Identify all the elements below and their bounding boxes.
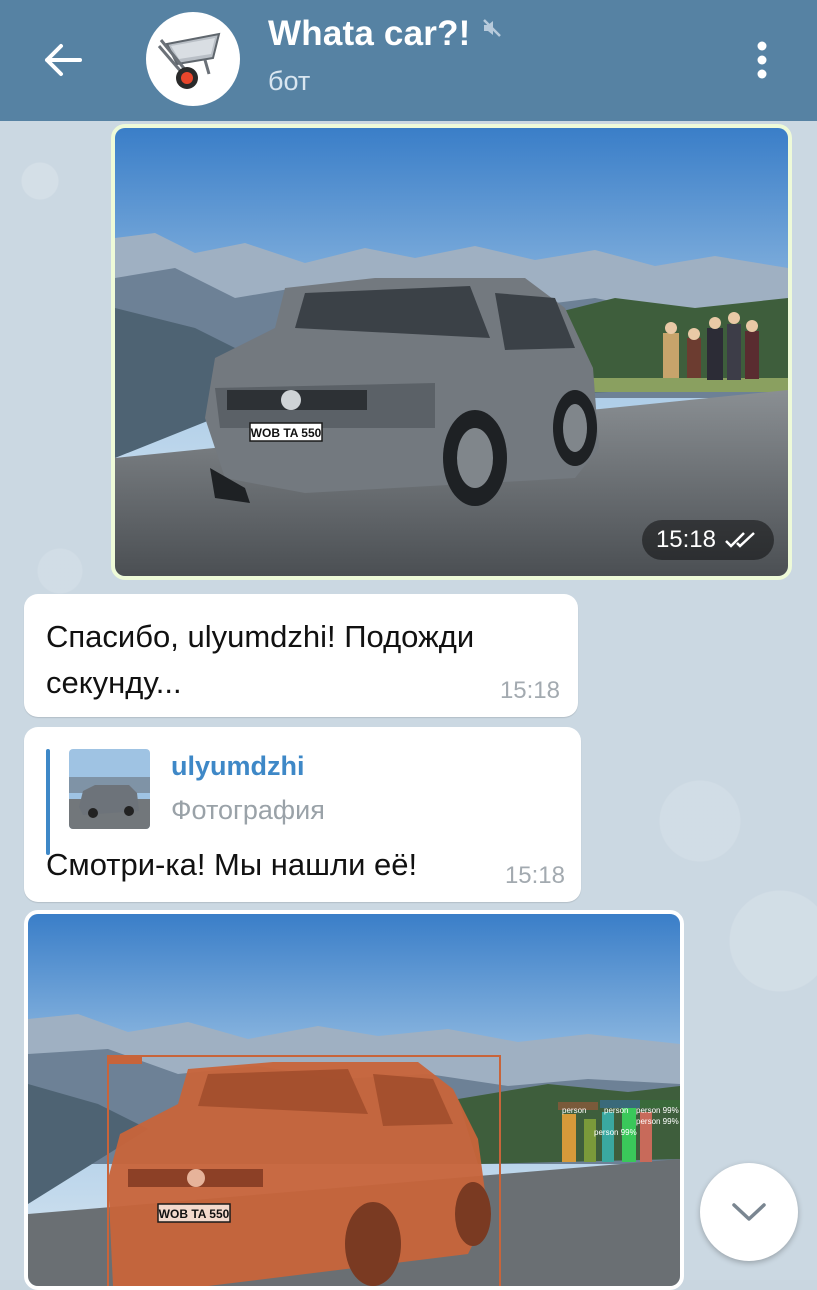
scroll-down-button[interactable] — [700, 1163, 798, 1261]
double-check-icon — [725, 532, 755, 548]
incoming-photo-message[interactable]: WOB TA 550 person person 99% person pers… — [24, 910, 684, 1290]
incoming-reply-message[interactable]: ulyumdzhi Фотография Смотри-ка! Мы нашли… — [24, 727, 581, 902]
more-menu-button[interactable] — [742, 32, 782, 88]
message-text: Спасибо, ulyumdzhi! Подожди секунду... — [46, 619, 475, 700]
chat-header: Whata car?! бот — [0, 0, 817, 121]
message-time: 15:18 — [499, 677, 560, 704]
more-vertical-icon — [757, 41, 767, 79]
arrow-left-icon — [45, 44, 82, 76]
wheelbarrow-icon — [157, 32, 221, 89]
detection-photo: WOB TA 550 — [28, 914, 680, 1286]
detection-label: person 99% — [636, 1106, 679, 1115]
detection-label: person — [562, 1106, 587, 1115]
detection-label: person 99% — [636, 1117, 679, 1126]
chat-title: Whata car?! — [268, 14, 471, 53]
chat-subtitle: бот — [268, 66, 311, 96]
reply-author: ulyumdzhi — [171, 751, 305, 781]
chat-title-group[interactable]: Whata car?! — [268, 14, 503, 54]
outgoing-photo-message[interactable]: WOB TA 550 15:18 — [111, 124, 792, 580]
photo-timestamp: 15:18 — [641, 520, 774, 560]
message-time: 15:18 — [655, 526, 716, 553]
reply-thumbnail[interactable] — [69, 749, 150, 829]
back-button[interactable] — [30, 30, 94, 90]
message-time: 15:18 — [504, 862, 565, 889]
avatar[interactable] — [146, 12, 240, 106]
reply-caption: Фотография — [171, 795, 325, 825]
car-photo: WOB TA 550 — [115, 128, 788, 576]
incoming-text-message[interactable]: Спасибо, ulyumdzhi! Подожди секунду... 1… — [24, 594, 578, 717]
muted-speaker-icon — [481, 17, 503, 44]
reply-quote-bar — [46, 749, 50, 855]
chevron-down-icon — [732, 1203, 766, 1221]
detection-label: person — [604, 1106, 629, 1115]
license-plate-text: WOB TA 550 — [251, 426, 322, 440]
license-plate-text: WOB TA 550 — [159, 1207, 230, 1221]
message-text: Смотри-ка! Мы нашли её! — [46, 847, 418, 882]
detection-label: person 99% — [594, 1128, 637, 1137]
